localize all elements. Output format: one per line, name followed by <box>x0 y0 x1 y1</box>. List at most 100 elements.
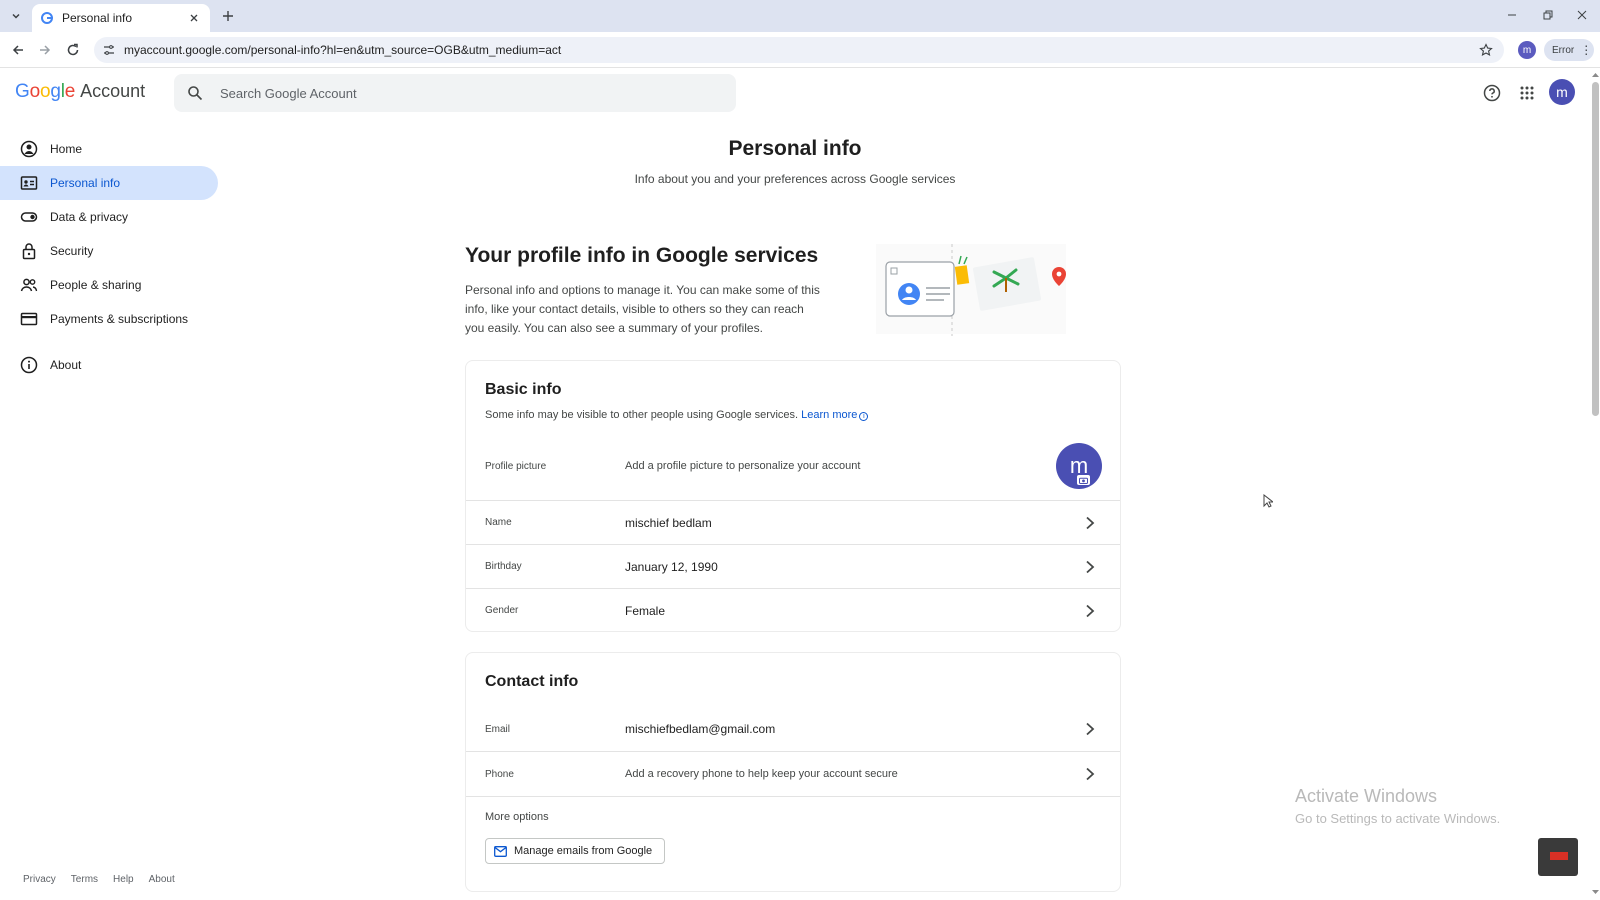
close-tab-icon[interactable] <box>186 10 202 26</box>
manage-emails-button[interactable]: Manage emails from Google <box>485 838 666 864</box>
sidebar-item-label: About <box>50 358 82 372</box>
sidebar-item-payments[interactable]: Payments & subscriptions <box>0 302 218 336</box>
tab-title: Personal info <box>62 11 133 25</box>
info-circle-icon[interactable]: i <box>859 412 869 421</box>
footer-link-privacy[interactable]: Privacy <box>23 874 56 885</box>
thumbnail-graphic <box>1550 852 1568 860</box>
arrow-forward-icon <box>40 45 51 55</box>
lock-icon <box>20 242 38 260</box>
minimize-button[interactable] <box>1498 4 1526 26</box>
basic-info-desc-text: Some info may be visible to other people… <box>485 409 799 421</box>
apps-grid-icon[interactable] <box>1515 81 1539 105</box>
phone-hint: Add a recovery phone to help keep your a… <box>625 768 898 780</box>
mouse-pointer-icon <box>1263 493 1275 513</box>
footer-link-help[interactable]: Help <box>113 874 134 885</box>
app-header: Google Account m <box>0 68 1590 118</box>
browser-tab-strip: Personal info <box>0 0 1600 32</box>
footer-link-terms[interactable]: Terms <box>71 874 98 885</box>
name-row[interactable]: Name mischief bedlam <box>466 501 1120 544</box>
gender-label: Gender <box>485 605 519 616</box>
chevron-right-icon <box>1082 721 1098 737</box>
close-window-button[interactable] <box>1568 4 1596 26</box>
email-label: Email <box>485 723 511 735</box>
profile-picture-row[interactable]: Profile picture Add a profile picture to… <box>466 435 1120 497</box>
search-box[interactable] <box>174 74 736 112</box>
sidebar-item-people-sharing[interactable]: People & sharing <box>0 268 218 302</box>
site-settings-icon[interactable] <box>102 43 116 57</box>
page-scrollbar[interactable] <box>1590 68 1600 900</box>
basic-info-title: Basic info <box>485 381 562 398</box>
profile-avatar[interactable]: m <box>1056 443 1102 489</box>
account-wordmark: Account <box>80 81 146 101</box>
sidebar-item-data-privacy[interactable]: Data & privacy <box>0 200 218 234</box>
more-options-label: More options <box>485 811 549 823</box>
google-wordmark: Google <box>15 81 76 102</box>
google-favicon-icon <box>40 11 54 25</box>
divider <box>466 796 1120 797</box>
new-tab-button[interactable] <box>218 6 238 26</box>
phone-row[interactable]: Phone Add a recovery phone to help keep … <box>466 752 1120 796</box>
footer-links: Privacy Terms Help About <box>23 874 190 885</box>
back-button[interactable] <box>8 40 28 60</box>
scroll-down-icon[interactable] <box>1592 888 1599 896</box>
error-label: Error <box>1552 44 1575 56</box>
basic-info-desc: Some info may be visible to other people… <box>485 409 869 421</box>
browser-toolbar: myaccount.google.com/personal-info?hl=en… <box>0 32 1600 68</box>
page-title: Personal info <box>728 137 862 160</box>
contact-info-title: Contact info <box>485 673 579 690</box>
reload-button[interactable] <box>63 40 83 60</box>
gender-value: Female <box>625 603 666 618</box>
footer-link-about[interactable]: About <box>149 874 175 885</box>
activate-windows-watermark: Activate Windows Go to Settings to activ… <box>1295 786 1500 826</box>
chevron-right-icon <box>1082 603 1098 619</box>
chevron-down-icon <box>12 13 20 19</box>
contact-info-card: Contact info Email mischiefbedlam@gmail.… <box>465 652 1121 892</box>
sidebar-item-label: Payments & subscriptions <box>50 312 189 326</box>
name-label: Name <box>485 517 512 528</box>
scroll-up-icon[interactable] <box>1592 70 1599 78</box>
watermark-line2: Go to Settings to activate Windows. <box>1295 811 1501 826</box>
birthday-label: Birthday <box>485 561 522 572</box>
profile-picture-label: Profile picture <box>485 460 547 472</box>
chevron-right-icon <box>1082 515 1098 531</box>
intro-text: Personal info and options to manage it. … <box>465 283 820 335</box>
learn-more-link[interactable]: Learn more <box>801 409 857 421</box>
watermark-line1: Activate Windows <box>1295 786 1438 806</box>
sidebar-divider <box>0 336 220 348</box>
address-bar[interactable]: myaccount.google.com/personal-info?hl=en… <box>94 37 1504 63</box>
scrollbar-thumb[interactable] <box>1592 82 1599 416</box>
search-icon[interactable] <box>184 82 206 104</box>
info-icon <box>20 356 38 374</box>
gender-row[interactable]: Gender Female <box>466 589 1120 632</box>
help-icon[interactable] <box>1480 81 1504 105</box>
birthday-row[interactable]: Birthday January 12, 1990 <box>466 545 1120 588</box>
forward-button[interactable] <box>35 40 55 60</box>
error-button[interactable]: Error ⋮ <box>1544 39 1594 61</box>
tab-search-button[interactable] <box>6 6 26 26</box>
taskbar-thumbnail[interactable] <box>1538 838 1578 876</box>
account-avatar[interactable]: m <box>1549 79 1575 105</box>
sidebar-item-label: Security <box>50 244 94 258</box>
phone-label: Phone <box>485 768 514 780</box>
arrow-back-icon <box>12 45 23 55</box>
profile-illustration <box>876 244 1086 339</box>
email-value: mischiefbedlam@gmail.com <box>625 722 776 736</box>
people-icon <box>20 276 38 294</box>
name-value: mischief bedlam <box>625 515 712 530</box>
restore-button[interactable] <box>1534 4 1562 26</box>
more-vert-icon: ⋮ <box>1580 43 1593 57</box>
sidebar-item-about[interactable]: About <box>0 348 218 382</box>
sidebar-item-label: People & sharing <box>50 278 142 292</box>
browser-profile-avatar[interactable]: m <box>1518 41 1536 59</box>
birthday-value: January 12, 1990 <box>625 559 718 574</box>
mail-icon <box>493 844 507 858</box>
bookmark-star-icon[interactable] <box>1478 42 1494 58</box>
camera-icon <box>1077 475 1090 485</box>
sidebar-item-label: Data & privacy <box>50 210 129 224</box>
email-row[interactable]: Email mischiefbedlam@gmail.com <box>466 707 1120 751</box>
google-account-logo[interactable]: Google Account <box>15 81 145 103</box>
browser-tab-active[interactable]: Personal info <box>32 4 210 32</box>
sidebar-item-security[interactable]: Security <box>0 234 218 268</box>
restore-icon <box>1543 10 1553 20</box>
search-input[interactable] <box>220 85 700 101</box>
